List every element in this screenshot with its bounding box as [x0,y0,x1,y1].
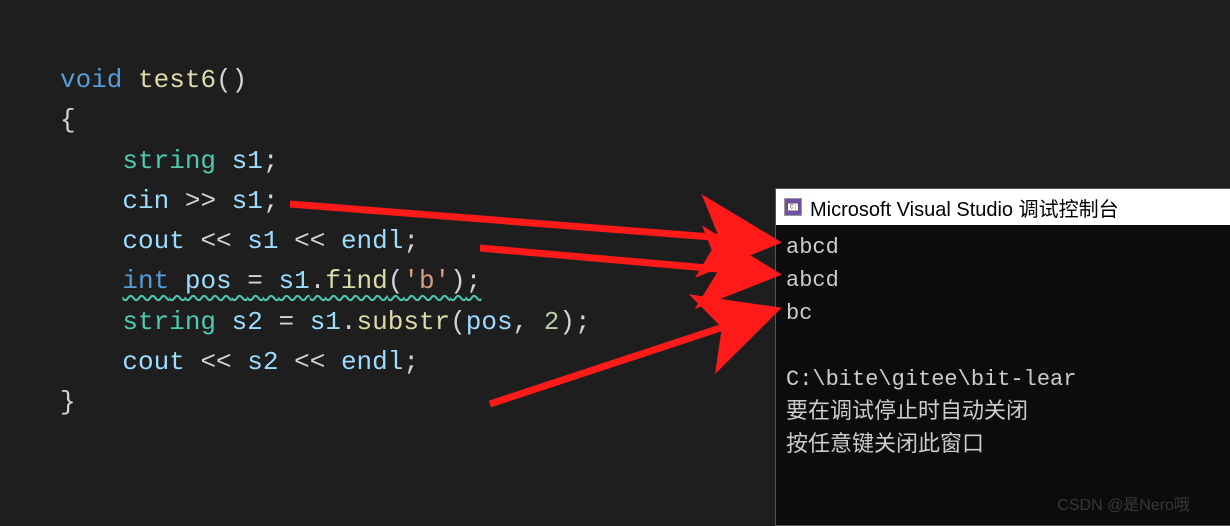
op-insert: << [294,347,325,377]
console-output-line: abcd [786,235,839,260]
type-string: string [122,146,216,176]
console-title: Microsoft Visual Studio 调试控制台 [810,193,1119,222]
close-paren: ) [232,65,248,95]
function-name: test6 [138,65,216,95]
open-paren: ( [388,266,404,296]
op-insert: << [200,226,231,256]
close-brace: } [60,387,76,417]
var-s1: s1 [310,307,341,337]
semicolon: ; [403,226,419,256]
open-brace: { [60,105,76,135]
var-endl: endl [341,226,403,256]
var-pos: pos [185,266,232,296]
type-string: string [122,307,216,337]
var-s1: s1 [232,146,263,176]
type-int: int [122,266,169,296]
dot: . [341,307,357,337]
op-assign: = [247,266,263,296]
method-substr: substr [357,307,451,337]
var-cin: cin [122,186,169,216]
op-insert: << [200,347,231,377]
op-insert: << [294,226,325,256]
console-output-line: bc [786,301,812,326]
debug-console-window[interactable]: C:\ Microsoft Visual Studio 调试控制台 abcd a… [775,188,1230,526]
semicolon: ; [403,347,419,377]
console-output-line: C:\bite\gitee\bit-lear [786,367,1076,392]
watermark: CSDN @是Nero哦 [1057,491,1190,515]
close-paren: ) [559,307,575,337]
var-cout: cout [122,226,184,256]
code-line: string s1; [60,141,1230,181]
console-output-line: 要在调试停止时自动关闭 [786,400,1028,425]
close-paren: ) [450,266,466,296]
code-line: void test6() [60,60,1230,100]
var-s2: s2 [247,347,278,377]
keyword-void: void [60,65,122,95]
num-literal: 2 [544,307,560,337]
method-find: find [325,266,387,296]
var-s2: s2 [232,307,263,337]
svg-text:C:\: C:\ [790,204,799,211]
semicolon: ; [466,266,482,296]
comma: , [513,307,529,337]
var-pos: pos [466,307,513,337]
var-cout: cout [122,347,184,377]
code-line: { [60,100,1230,140]
open-paren: ( [450,307,466,337]
var-s1: s1 [232,186,263,216]
open-paren: ( [216,65,232,95]
op-assign: = [278,307,294,337]
vs-console-icon: C:\ [784,198,802,216]
console-title-bar[interactable]: C:\ Microsoft Visual Studio 调试控制台 [776,189,1230,225]
var-s1: s1 [247,226,278,256]
var-endl: endl [341,347,403,377]
console-output-line: 按任意键关闭此窗口 [786,433,984,458]
console-body[interactable]: abcd abcd bc C:\bite\gitee\bit-lear 要在调试… [776,225,1230,525]
console-output-line: abcd [786,268,839,293]
semicolon: ; [263,186,279,216]
op-extract: >> [185,186,216,216]
semicolon: ; [575,307,591,337]
var-s1: s1 [278,266,309,296]
dot: . [310,266,326,296]
char-literal: 'b' [403,266,450,296]
semicolon: ; [263,146,279,176]
